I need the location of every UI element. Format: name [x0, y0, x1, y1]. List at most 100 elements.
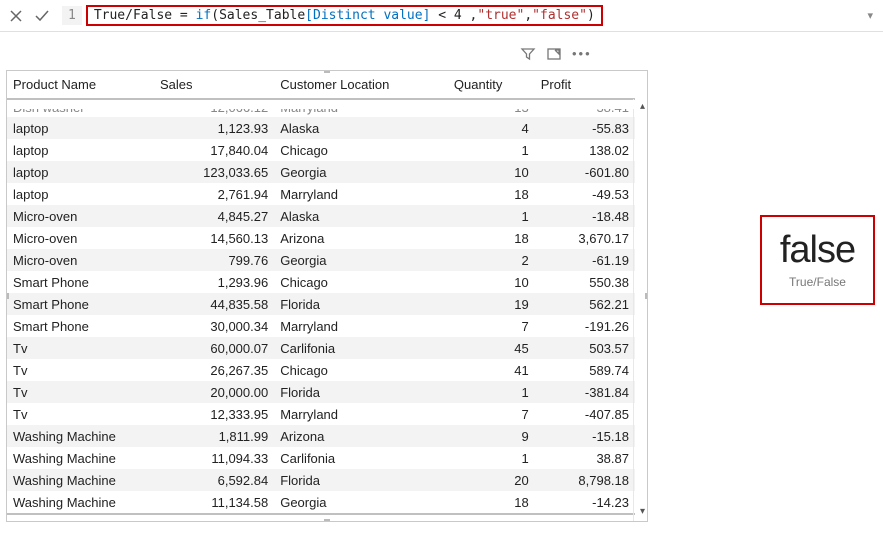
cell-quantity: 2	[448, 249, 535, 271]
cell-quantity: 41	[448, 359, 535, 381]
focus-mode-icon[interactable]	[546, 46, 562, 62]
line-number: 1	[62, 6, 82, 25]
cell-location: Marryland	[274, 183, 448, 205]
cell-sales: 11,134.58	[154, 491, 274, 514]
cell-location: Marryland	[274, 315, 448, 337]
cell-product: Micro-oven	[7, 249, 154, 271]
scroll-down-icon[interactable]: ▾	[640, 506, 645, 517]
formula-function: if	[196, 8, 212, 23]
cell-location: Carlifonia	[274, 447, 448, 469]
cell-sales: 60,000.07	[154, 337, 274, 359]
table-row[interactable]: Washing Machine11,134.58Georgia18-14.23	[7, 491, 635, 514]
cell-location: Carlifonia	[274, 337, 448, 359]
commit-icon[interactable]	[30, 4, 54, 28]
table-row[interactable]: Smart Phone30,000.34Marryland7-191.26	[7, 315, 635, 337]
col-quantity[interactable]: Quantity	[448, 71, 535, 99]
cell-product: Tv	[7, 403, 154, 425]
cell-profit: 589.74	[535, 359, 635, 381]
table-row[interactable]: Tv12,333.95Marryland7-407.85	[7, 403, 635, 425]
cell-sales: 1,811.99	[154, 425, 274, 447]
cell-quantity: 10	[448, 161, 535, 183]
table-row[interactable]: Washing Machine6,592.84Florida208,798.18	[7, 469, 635, 491]
cell-location: Georgia	[274, 161, 448, 183]
cell-quantity: 1	[448, 447, 535, 469]
cell-product: Smart Phone	[7, 315, 154, 337]
cell-sales: 1,293.96	[154, 271, 274, 293]
table-row[interactable]: laptop2,761.94Marryland18-49.53	[7, 183, 635, 205]
resize-handle[interactable]	[324, 70, 330, 73]
col-product-name[interactable]: Product Name	[7, 71, 154, 99]
cell-location: Marryland	[274, 99, 448, 117]
total-sales: 590,930.71	[154, 514, 274, 522]
total-quantity: 310	[448, 514, 535, 522]
scrollbar[interactable]	[633, 99, 647, 521]
cell-quantity: 18	[448, 183, 535, 205]
card-label: True/False	[789, 275, 846, 289]
more-options-icon[interactable]: •••	[572, 46, 592, 62]
table-row[interactable]: Tv20,000.00Florida1-381.84	[7, 381, 635, 403]
cell-product: laptop	[7, 161, 154, 183]
cell-sales: 44,835.58	[154, 293, 274, 315]
table-row[interactable]: Tv60,000.07Carlifonia45503.57	[7, 337, 635, 359]
cell-sales: 6,592.84	[154, 469, 274, 491]
cell-location: Chicago	[274, 359, 448, 381]
cell-location: Georgia	[274, 249, 448, 271]
card-visual[interactable]: false True/False	[760, 215, 875, 305]
cell-location: Alaska	[274, 117, 448, 139]
table-header-row: Product Name Sales Customer Location Qua…	[7, 71, 635, 99]
cell-profit: 8,798.18	[535, 469, 635, 491]
cell-product: laptop	[7, 183, 154, 205]
cell-sales: 14,560.13	[154, 227, 274, 249]
cell-product: Washing Machine	[7, 491, 154, 514]
table-row[interactable]: Washing Machine11,094.33Carlifonia138.87	[7, 447, 635, 469]
table-row[interactable]: Micro-oven14,560.13Arizona183,670.17	[7, 227, 635, 249]
cell-product: Micro-oven	[7, 227, 154, 249]
cell-profit: 38.87	[535, 447, 635, 469]
table-row[interactable]: Washing Machine1,811.99Arizona9-15.18	[7, 425, 635, 447]
cell-quantity: 18	[448, 491, 535, 514]
table-row[interactable]: Tv26,267.35Chicago41589.74	[7, 359, 635, 381]
table-visual[interactable]: ▴ ▾ Product Name Sales Customer Location…	[6, 70, 648, 522]
cell-quantity: 13	[448, 99, 535, 117]
cell-quantity: 1	[448, 381, 535, 403]
cell-profit: 562.21	[535, 293, 635, 315]
table-row[interactable]: laptop123,033.65Georgia10-601.80	[7, 161, 635, 183]
table-row[interactable]: Micro-oven4,845.27Alaska1-18.48	[7, 205, 635, 227]
table-row[interactable]: Smart Phone44,835.58Florida19562.21	[7, 293, 635, 315]
cell-quantity: 9	[448, 425, 535, 447]
cell-quantity: 10	[448, 271, 535, 293]
cell-quantity: 4	[448, 117, 535, 139]
cell-location: Marryland	[274, 403, 448, 425]
col-customer-location[interactable]: Customer Location	[274, 71, 448, 99]
table-row[interactable]: laptop17,840.04Chicago1138.02	[7, 139, 635, 161]
table-row[interactable]: Micro-oven799.76Georgia2-61.19	[7, 249, 635, 271]
table-row[interactable]: Dish washer12,066.12Marryland1338.41	[7, 99, 635, 117]
formula-input[interactable]: True/False = if(Sales_Table[Distinct val…	[86, 5, 603, 26]
cell-location: Chicago	[274, 271, 448, 293]
cell-location: Florida	[274, 381, 448, 403]
cell-quantity: 7	[448, 403, 535, 425]
table-row[interactable]: Smart Phone1,293.96Chicago10550.38	[7, 271, 635, 293]
filter-icon[interactable]	[520, 46, 536, 62]
expand-formula-icon[interactable]: ▾	[861, 9, 879, 22]
resize-handle[interactable]	[6, 293, 9, 299]
cancel-icon[interactable]	[4, 4, 28, 28]
cell-sales: 30,000.34	[154, 315, 274, 337]
cell-quantity: 1	[448, 205, 535, 227]
cell-sales: 17,840.04	[154, 139, 274, 161]
cell-quantity: 1	[448, 139, 535, 161]
scroll-up-icon[interactable]: ▴	[640, 101, 645, 112]
cell-product: Dish washer	[7, 99, 154, 117]
cell-profit: -381.84	[535, 381, 635, 403]
cell-sales: 4,845.27	[154, 205, 274, 227]
table-row[interactable]: laptop1,123.93Alaska4-55.83	[7, 117, 635, 139]
col-sales[interactable]: Sales	[154, 71, 274, 99]
cell-location: Arizona	[274, 227, 448, 249]
cell-product: Washing Machine	[7, 425, 154, 447]
cell-product: Tv	[7, 381, 154, 403]
cell-sales: 11,094.33	[154, 447, 274, 469]
cell-product: laptop	[7, 117, 154, 139]
cell-product: Washing Machine	[7, 447, 154, 469]
cell-product: Tv	[7, 337, 154, 359]
col-profit[interactable]: Profit	[535, 71, 635, 99]
